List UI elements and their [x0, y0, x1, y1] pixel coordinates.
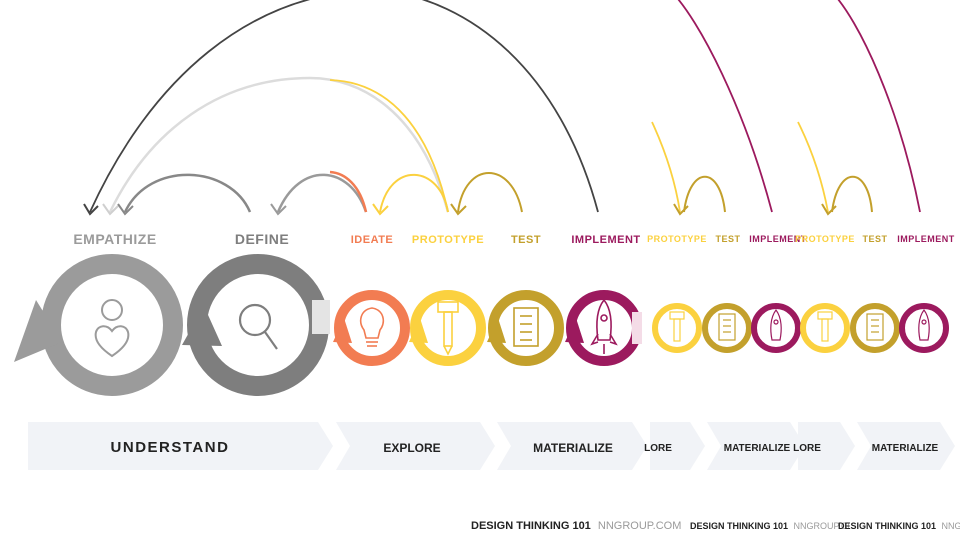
footer-repeat2-bold: DESIGN THINKING 101	[838, 521, 936, 531]
rocket-icon	[590, 298, 618, 354]
stage-label-ideate: IDEATE	[351, 234, 394, 246]
repeat2-label-prototype: PROTOTYPE	[795, 234, 855, 244]
arc-repeat2-prototype-in	[797, 121, 829, 213]
repeat1-ring-test	[702, 303, 752, 353]
ring-empathize	[14, 254, 183, 396]
rocket-icon	[770, 308, 782, 341]
repeat1-ring-prototype	[652, 303, 702, 353]
phase-label-materialize: MATERIALIZE	[533, 441, 613, 455]
hammer-icon	[437, 301, 459, 356]
arc-prototype-to-define-yellow	[329, 79, 449, 213]
heart-person-icon	[94, 299, 130, 358]
footer-main: DESIGN THINKING 101 NNGROUP.COM	[471, 520, 681, 532]
ring-define	[182, 254, 330, 396]
stage-label-implement: IMPLEMENT	[571, 234, 640, 246]
repeat1-label-test: TEST	[715, 234, 740, 244]
footer-main-bold: DESIGN THINKING 101	[471, 520, 591, 532]
repeat2-label-test: TEST	[862, 234, 887, 244]
arc-repeat1-prototype-in	[651, 121, 681, 213]
ring-prototype	[409, 290, 486, 366]
checklist-icon	[718, 313, 736, 341]
repeat2-label-implement: IMPLEMENT	[897, 234, 955, 244]
phase-label-repeat1-lore: LORE	[644, 443, 672, 454]
repeat1-label-prototype: PROTOTYPE	[647, 234, 707, 244]
stage-labels: EMPATHIZE DEFINE IDEATE PROTOTYPE TEST I…	[73, 231, 954, 247]
arc-define-to-empathize	[123, 173, 252, 213]
stage-rings	[14, 254, 949, 396]
rocket-icon	[918, 308, 930, 341]
phase-label-explore: EXPLORE	[383, 441, 440, 455]
stage-label-prototype: PROTOTYPE	[412, 234, 484, 246]
phase-label-repeat2-lore: LORE	[793, 443, 821, 454]
stage-label-define: DEFINE	[235, 231, 289, 247]
design-thinking-diagram: UNDERSTAND EXPLORE MATERIALIZE LORE MATE…	[14, 0, 960, 532]
repeat2-ring-implement	[899, 303, 949, 353]
footers: DESIGN THINKING 101 NNGROUP.COM DESIGN T…	[471, 520, 960, 532]
hammer-icon	[669, 311, 685, 342]
footer-main-light: NNGROUP.COM	[598, 520, 682, 532]
stage-label-empathize: EMPATHIZE	[73, 231, 156, 247]
magnifier-icon	[238, 303, 278, 350]
phase-label-understand: UNDERSTAND	[111, 439, 230, 456]
arc-repeat2-test-to-prototype	[831, 175, 873, 213]
lightbulb-icon	[359, 307, 385, 347]
footer-repeat2: DESIGN THINKING 101 NNGROUP.COM	[838, 521, 960, 531]
phase-label-repeat1-materialize: MATERIALIZE	[724, 443, 791, 454]
repeat2-ring-test	[850, 303, 900, 353]
hammer-icon	[817, 311, 833, 342]
stage-label-test: TEST	[511, 234, 541, 246]
arc-repeat1-implement-top	[677, 0, 773, 213]
phase-label-repeat2-materialize: MATERIALIZE	[872, 443, 939, 454]
footer-repeat1: DESIGN THINKING 101 NNGROUP.CI	[690, 521, 850, 531]
footer-repeat1-bold: DESIGN THINKING 101	[690, 521, 788, 531]
repeat2-ring-prototype	[800, 303, 850, 353]
arc-test-to-prototype	[457, 172, 523, 213]
ring-test	[487, 290, 564, 366]
repeat1-ring-implement	[751, 303, 801, 353]
arc-ideate-to-define	[276, 173, 368, 213]
arc-repeat1-test-to-prototype	[683, 175, 726, 213]
checklist-icon	[866, 313, 884, 341]
footer-repeat2-light: NNGROUP.COM	[942, 521, 960, 531]
checklist-icon	[513, 307, 539, 347]
ring-implement	[565, 290, 642, 366]
ring-ideate	[333, 290, 410, 366]
feedback-arcs	[89, 0, 921, 213]
